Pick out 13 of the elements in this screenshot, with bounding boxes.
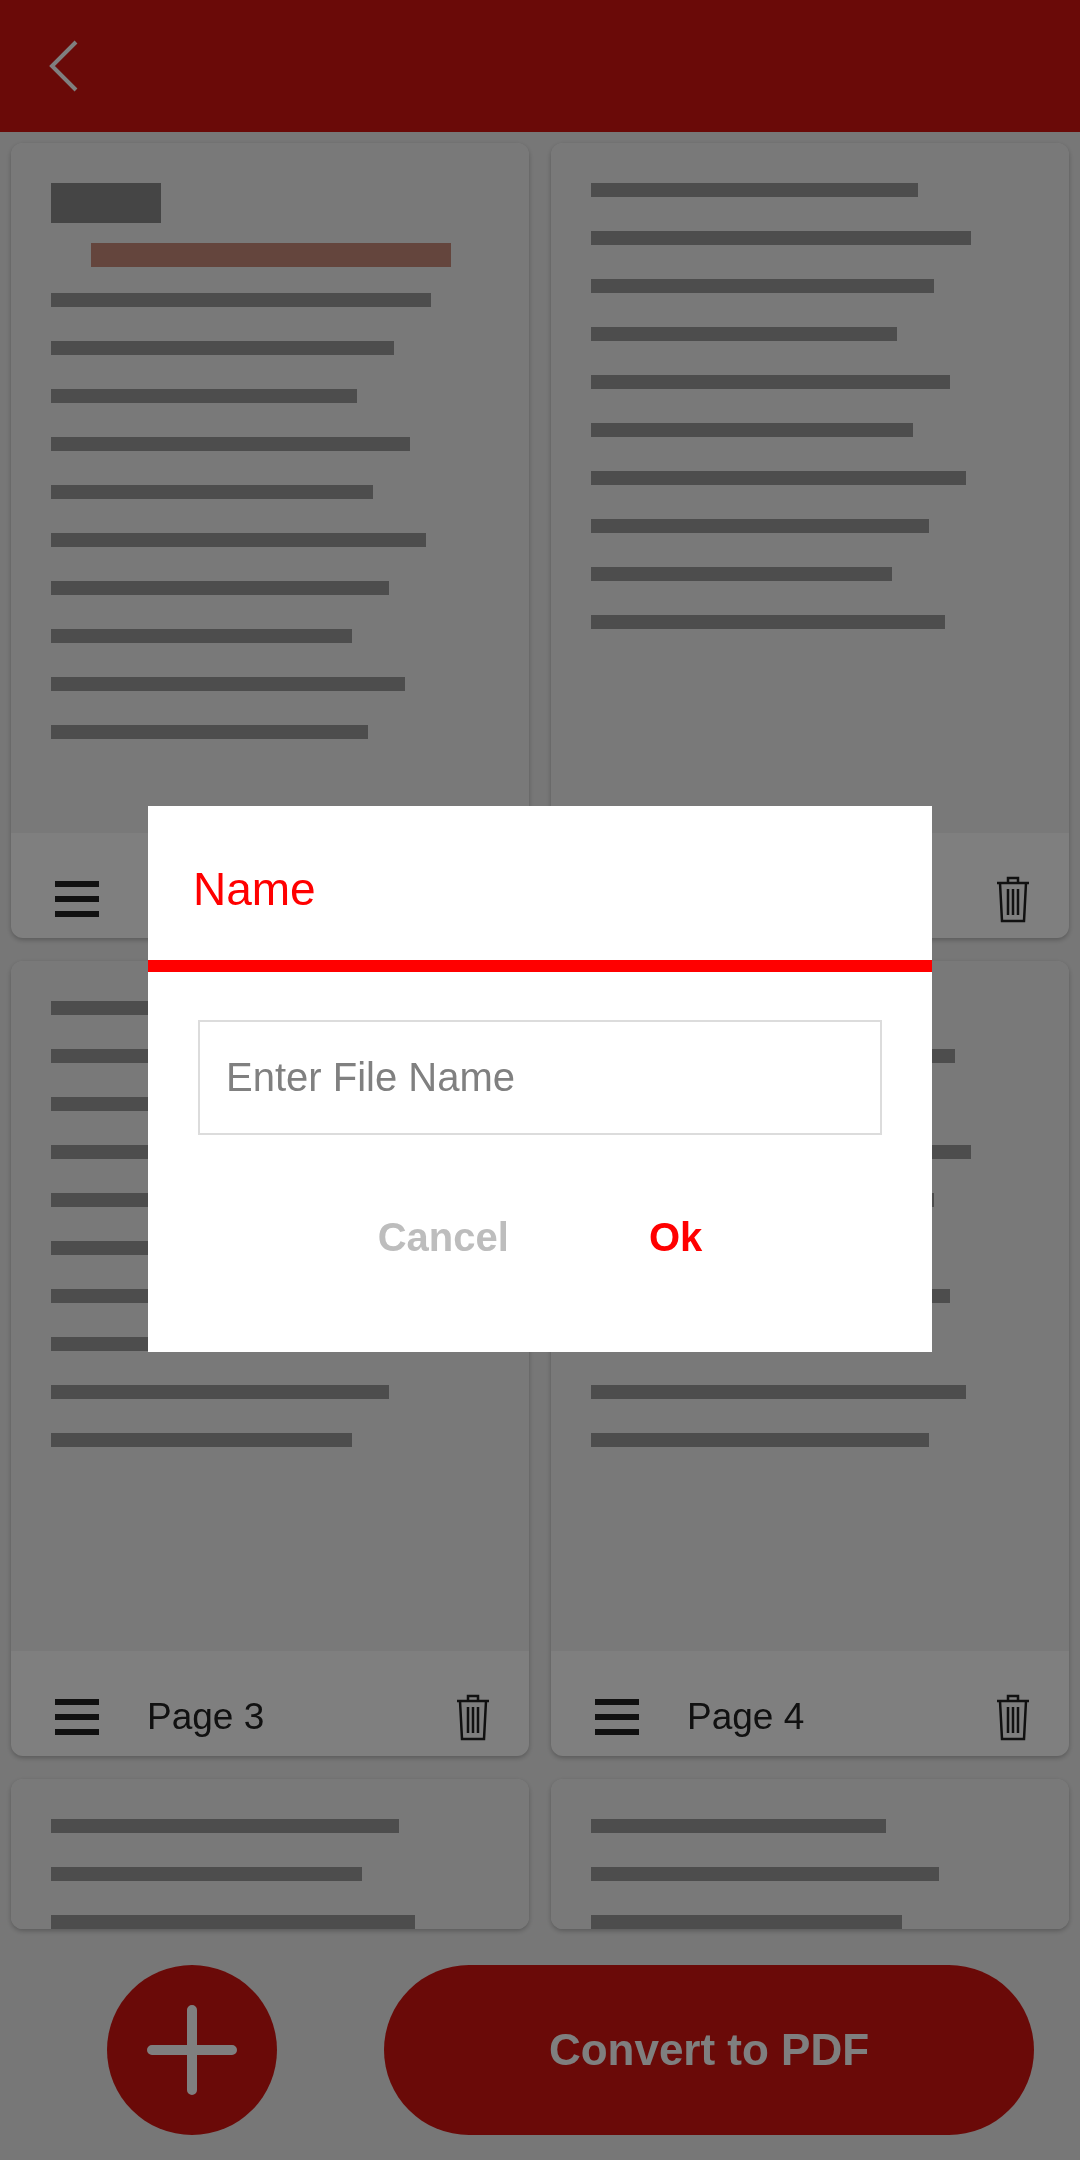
page-label: Page 3	[147, 1696, 265, 1737]
trash-icon[interactable]	[995, 1693, 1031, 1741]
drag-handle-icon[interactable]	[55, 881, 99, 917]
file-name-field[interactable]: Enter File Name	[198, 1020, 882, 1135]
plus-icon	[147, 2005, 237, 2095]
trash-icon[interactable]	[455, 1693, 491, 1741]
drag-handle-icon[interactable]	[55, 1699, 99, 1735]
page-label: Page 4	[687, 1696, 805, 1737]
ok-button[interactable]: Ok	[628, 1205, 723, 1270]
trash-icon[interactable]	[995, 875, 1031, 923]
convert-button[interactable]: Convert to PDF	[384, 1965, 1034, 2135]
dialog-title: Name	[193, 863, 316, 915]
drag-handle-icon[interactable]	[595, 1699, 639, 1735]
